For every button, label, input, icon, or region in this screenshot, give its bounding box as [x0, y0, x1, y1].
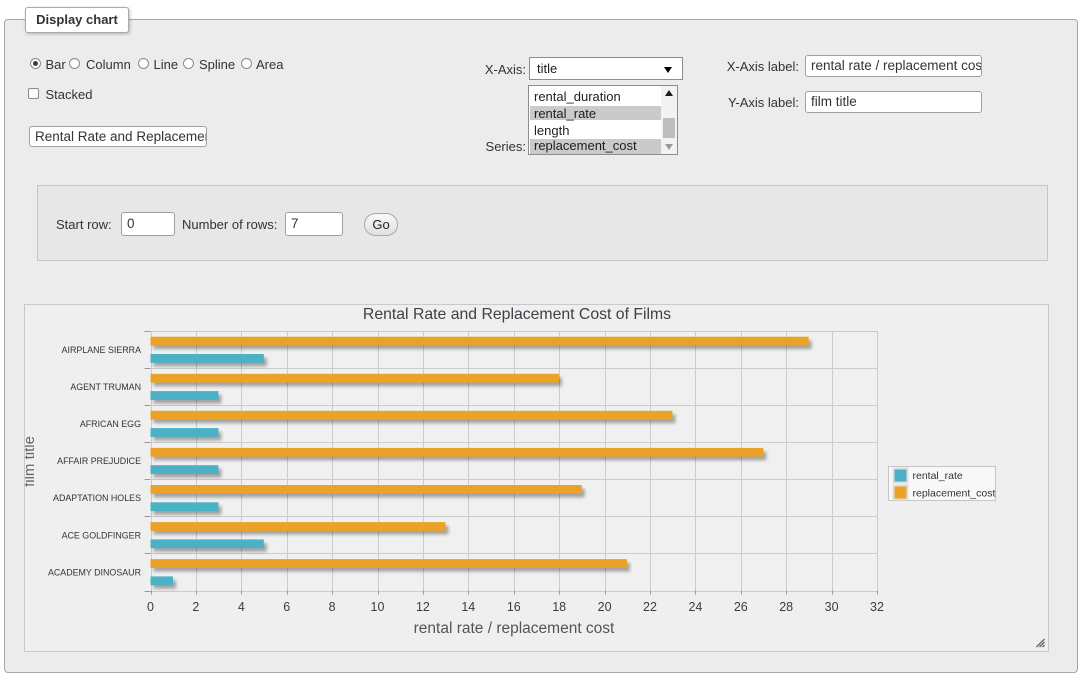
svg-text:6: 6 — [283, 600, 290, 614]
svg-text:10: 10 — [371, 600, 385, 614]
svg-text:AFFAIR PREJUDICE: AFFAIR PREJUDICE — [57, 456, 141, 466]
svg-text:ACE GOLDFINGER: ACE GOLDFINGER — [62, 530, 141, 540]
svg-text:14: 14 — [461, 600, 475, 614]
svg-text:16: 16 — [507, 600, 521, 614]
svg-text:12: 12 — [416, 600, 430, 614]
svg-text:replacement_cost: replacement_cost — [913, 488, 996, 500]
svg-text:Rental Rate and Replacement Co: Rental Rate and Replacement Cost of Film… — [363, 306, 671, 323]
svg-text:AFRICAN EGG: AFRICAN EGG — [80, 419, 141, 429]
svg-text:30: 30 — [825, 600, 839, 614]
svg-text:AIRPLANE SIERRA: AIRPLANE SIERRA — [62, 345, 141, 355]
svg-text:8: 8 — [329, 600, 336, 614]
svg-text:ADAPTATION HOLES: ADAPTATION HOLES — [53, 493, 141, 503]
svg-text:18: 18 — [552, 600, 566, 614]
svg-text:film title: film title — [25, 436, 38, 487]
svg-text:rental_rate: rental_rate — [913, 470, 963, 482]
svg-text:rental rate / replacement cost: rental rate / replacement cost — [414, 620, 615, 637]
svg-text:0: 0 — [147, 600, 154, 614]
svg-text:20: 20 — [598, 600, 612, 614]
svg-text:AGENT TRUMAN: AGENT TRUMAN — [70, 382, 141, 392]
svg-text:28: 28 — [779, 600, 793, 614]
svg-text:4: 4 — [238, 600, 245, 614]
svg-text:32: 32 — [870, 600, 884, 614]
svg-text:22: 22 — [643, 600, 657, 614]
svg-text:26: 26 — [734, 600, 748, 614]
svg-text:ACADEMY DINOSAUR: ACADEMY DINOSAUR — [48, 567, 141, 577]
svg-text:24: 24 — [688, 600, 702, 614]
svg-text:2: 2 — [192, 600, 199, 614]
